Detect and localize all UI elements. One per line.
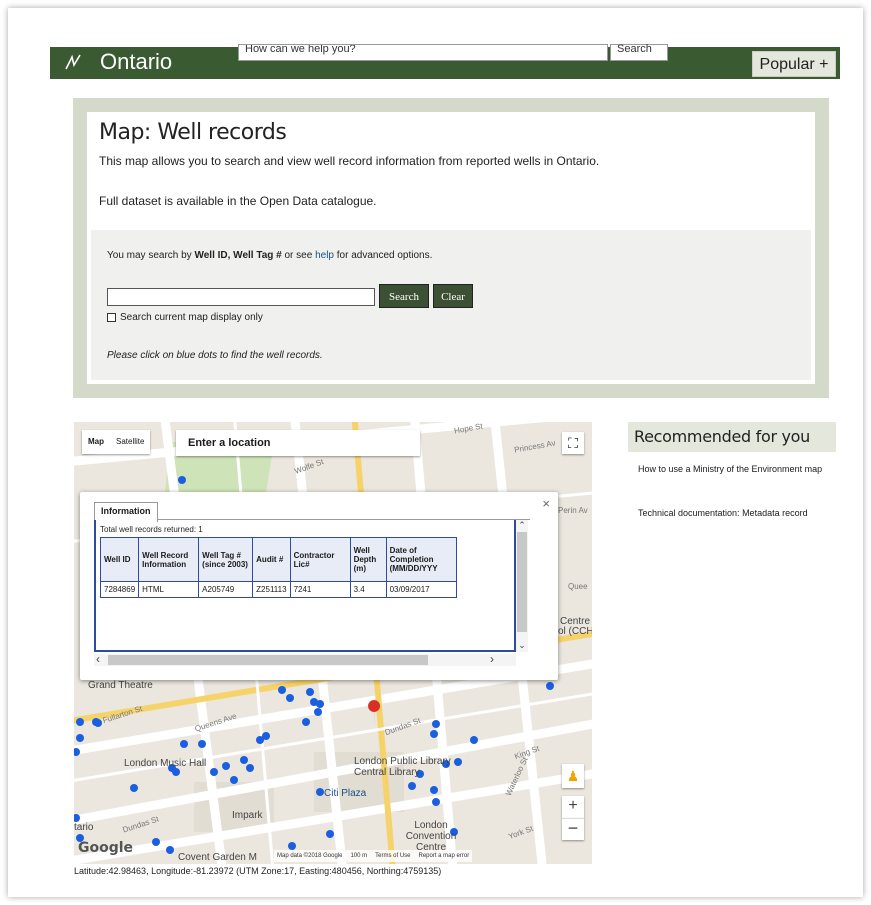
site-search-button[interactable]: Search <box>610 44 668 61</box>
map-type-control: Map Satellite <box>82 430 151 454</box>
help-link[interactable]: help <box>315 250 334 261</box>
panel-content: Map: Well records This map allows you to… <box>87 112 815 384</box>
col-audit: Audit # <box>252 537 291 582</box>
cell-well-tag: A205749 <box>198 581 254 598</box>
help-middle: or see <box>281 250 316 261</box>
zoom-out-button[interactable]: − <box>562 818 584 840</box>
location-search-input[interactable]: Enter a location <box>176 430 420 456</box>
map-label-ontario-left: tario <box>74 822 94 833</box>
well-search-input[interactable] <box>107 288 375 306</box>
popup-body: Total well records returned: 1 Well ID W… <box>94 520 516 652</box>
page-description: This map allows you to search and view w… <box>99 154 600 168</box>
map-label-queens-right: Quee <box>568 582 588 591</box>
current-map-checkbox[interactable] <box>107 313 116 322</box>
help-well-id: Well ID, Well Tag # <box>194 250 282 261</box>
horizontal-scroll-thumb[interactable] <box>108 655 428 665</box>
help-suffix: for advanced options. <box>333 250 433 261</box>
map-label-covent: Covent Garden M <box>178 852 257 863</box>
col-well-id: Well ID <box>99 537 140 582</box>
map-scale: 100 m <box>350 853 368 859</box>
col-well-tag: Well Tag # (since 2003) <box>198 537 254 582</box>
dataset-text: Full dataset is available in the Open Da… <box>99 194 377 208</box>
total-records-text: Total well records returned: 1 <box>100 525 203 534</box>
cell-html-link[interactable]: HTML <box>138 581 200 598</box>
clear-button[interactable]: Clear <box>433 284 473 308</box>
table-row: 7284869 HTML A205749 Z251113 7241 3.4 03… <box>99 581 457 598</box>
chevron-right-icon[interactable]: › <box>490 652 494 666</box>
map-label-music-hall: London Music Hall <box>124 758 207 769</box>
horizontal-scrollbar[interactable]: ‹ › <box>94 652 516 666</box>
recommended-link-metadata[interactable]: Technical documentation: Metadata record <box>638 504 828 522</box>
map-type-map-button[interactable]: Map <box>82 430 110 454</box>
cell-well-id: 7284869 <box>99 581 140 598</box>
col-contractor: Contractor Lic# <box>289 537 351 582</box>
map-label-citi-plaza: Citi Plaza <box>324 788 367 799</box>
popup-tab-bar: Information <box>94 502 530 522</box>
recommended-title: Recommended for you <box>628 422 836 452</box>
well-records-table: Well ID Well Record Information Well Tag… <box>99 537 457 598</box>
tab-information[interactable]: Information <box>94 502 158 522</box>
report-error-link[interactable]: Report a map error <box>419 850 470 862</box>
pegman-icon[interactable]: ♟ <box>562 764 584 788</box>
trillium-logo-icon[interactable] <box>62 51 84 73</box>
map-label-public-library: London Public Library Central Library <box>354 756 451 778</box>
cell-audit: Z251113 <box>252 581 291 598</box>
chevron-up-icon[interactable]: ⌃ <box>516 520 528 531</box>
cell-completion: 03/09/2017 <box>385 581 457 598</box>
map-label-waterin: Perin Av <box>558 506 588 515</box>
cell-depth: 3.4 <box>349 581 387 598</box>
col-depth: Well Depth (m) <box>349 537 387 582</box>
popular-button[interactable]: Popular + <box>752 51 836 77</box>
map-type-satellite-button[interactable]: Satellite <box>110 430 150 454</box>
map-label-cch: ol (CCH <box>558 626 592 637</box>
search-help-text: You may search by Well ID, Well Tag # or… <box>107 250 432 261</box>
help-prefix: You may search by <box>107 250 195 261</box>
google-logo: Google <box>78 840 134 856</box>
map-info-panel: Map: Well records This map allows you to… <box>73 98 829 398</box>
chevron-down-icon[interactable]: ⌄ <box>516 640 528 651</box>
col-record-info: Well Record Information <box>138 537 200 582</box>
vertical-scrollbar[interactable]: ⌃ ⌄ <box>516 520 528 652</box>
well-info-popup: × Information Total well records returne… <box>80 492 558 680</box>
chevron-left-icon[interactable]: ‹ <box>96 652 100 666</box>
click-hint: Please click on blue dots to find the we… <box>107 350 323 361</box>
map-data-attribution: Map data ©2018 Google <box>277 853 343 859</box>
ontario-header: Ontario How can we help you? Search Popu… <box>50 44 840 79</box>
search-button[interactable]: Search <box>379 284 429 308</box>
close-icon[interactable]: × <box>542 496 550 511</box>
map-label-impark: Impark <box>232 810 263 821</box>
page-title: Map: Well records <box>99 120 287 145</box>
site-search-input[interactable]: How can we help you? <box>238 44 608 61</box>
col-completion: Date of Completion (MM/DD/YYY <box>385 537 457 582</box>
cell-contractor: 7241 <box>289 581 351 598</box>
current-map-checkbox-row[interactable]: Search current map display only <box>107 312 263 323</box>
fullscreen-icon[interactable]: ⛶ <box>562 432 584 454</box>
map-label-grand-theatre: Grand Theatre <box>88 680 153 691</box>
terms-link[interactable]: Terms of Use <box>375 850 410 862</box>
zoom-in-button[interactable]: + <box>562 796 584 818</box>
well-search-box: You may search by Well ID, Well Tag # or… <box>91 230 811 380</box>
map-label-convention: London Convention Centre <box>405 820 457 853</box>
ontario-logo-text[interactable]: Ontario <box>100 49 172 75</box>
map-attribution: Map data ©2018 Google 100 m Terms of Use… <box>274 850 473 862</box>
vertical-scroll-thumb[interactable] <box>517 532 527 632</box>
current-map-checkbox-label: Search current map display only <box>120 312 263 323</box>
coordinates-readout: Latitude:42.98463, Longitude:-81.23972 (… <box>74 866 442 876</box>
recommended-link-map-howto[interactable]: How to use a Ministry of the Environment… <box>638 460 828 478</box>
